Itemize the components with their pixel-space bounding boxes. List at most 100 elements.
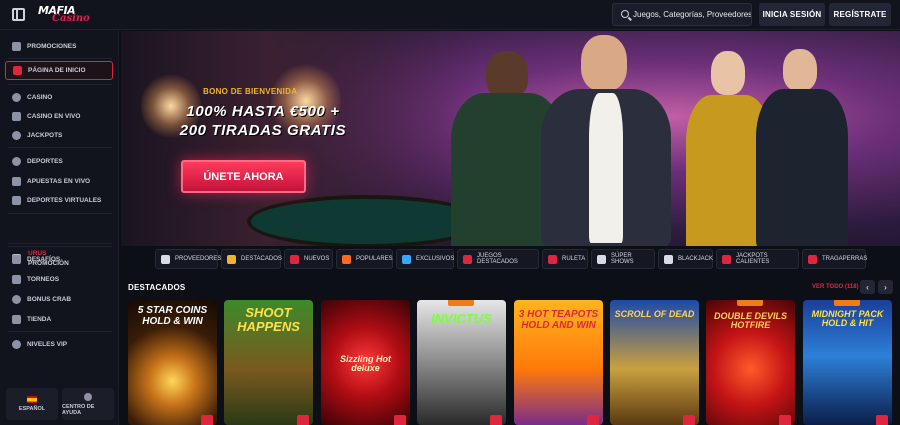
providers-icon <box>161 254 170 264</box>
sidebar-item-bonus-crab[interactable]: BONUS CRAB <box>0 290 119 308</box>
welcome-bonus-banner[interactable]: BONO DE BIENVENIDA 100% HASTA €500 + 200… <box>121 31 900 246</box>
divider <box>8 147 112 148</box>
favorite-corner-icon <box>683 415 695 425</box>
category-juegos-destacados[interactable]: JUEGOS DESTACADOS <box>457 249 539 269</box>
logo-script-text: Casino <box>52 13 90 24</box>
register-button[interactable]: REGÍSTRATE <box>829 3 891 26</box>
sidebar-item-label: JACKPOTS <box>27 131 63 139</box>
join-now-button[interactable]: ÚNETE AHORA <box>181 160 306 193</box>
sidebar-item-home[interactable]: PÁGINA DE INICIO <box>5 61 113 80</box>
sidebar-item-tienda[interactable]: TIENDA <box>0 310 119 328</box>
gift-icon <box>12 41 21 51</box>
character-suit-man <box>751 49 851 246</box>
favorite-corner-icon <box>297 415 309 425</box>
category-label: JUEGOS DESTACADOS <box>477 253 518 265</box>
game-title: DOUBLE DEVILS HOTFIRE <box>713 311 787 331</box>
category-super-shows[interactable]: SÚPER SHOWS <box>591 249 655 269</box>
game-title: SCROLL OF DEAD <box>614 309 695 319</box>
logo[interactable]: MAFIA Casino <box>38 3 90 27</box>
help-center-label: CENTRO DE AYUDA <box>62 403 95 416</box>
shop-icon <box>12 314 21 324</box>
see-all-link[interactable]: VER TODO (118) <box>812 284 859 290</box>
flame-icon <box>342 254 351 264</box>
game-tile[interactable]: 5 STAR COINS HOLD & WIN <box>128 300 217 425</box>
soccer-ball-icon <box>12 156 21 166</box>
sidebar-item-deportes[interactable]: DEPORTES <box>0 152 119 170</box>
category-label: RULETA <box>562 256 586 262</box>
sidebar-item-desafios[interactable]: DESAFÍOS <box>0 250 119 268</box>
sidebar: PROMOCIONES PÁGINA DE INICIO CASINO CASI… <box>0 30 119 425</box>
live-casino-icon <box>12 111 21 121</box>
sidebar-item-label: TIENDA <box>27 315 52 323</box>
live-bets-icon <box>12 176 21 186</box>
sidebar-item-casino[interactable]: CASINO <box>0 88 119 106</box>
sidebar-item-virtual-sports[interactable]: DEPORTES VIRTUALES <box>0 191 119 209</box>
game-tile[interactable]: SHOOT HAPPENS <box>224 300 313 425</box>
sidebar-item-label: PÁGINA DE INICIO <box>28 67 86 74</box>
game-tile[interactable]: INVICTUS <box>417 300 506 425</box>
game-title: 5 STAR COINS HOLD & WIN <box>137 305 208 327</box>
search-icon <box>621 10 629 18</box>
new-icon <box>290 254 299 264</box>
category-label: BLACKJACK <box>678 256 714 262</box>
sidebar-item-torneos[interactable]: TORNEOS <box>0 270 119 288</box>
category-ruleta[interactable]: RULETA <box>542 249 588 269</box>
category-proveedores[interactable]: PROVEEDORES <box>155 249 221 269</box>
language-button[interactable]: ESPAÑOL <box>6 388 58 420</box>
category-exclusivos[interactable]: EXCLUSIVOS <box>396 249 454 269</box>
sidebar-item-live-bets[interactable]: APUESTAS EN VIVO <box>0 172 119 190</box>
casino-chip-icon <box>12 92 21 102</box>
category-nuevos[interactable]: NUEVOS <box>284 249 333 269</box>
category-label: SÚPER SHOWS <box>611 253 634 265</box>
search-input[interactable] <box>633 7 751 22</box>
crown-icon <box>227 254 236 264</box>
divider <box>8 213 112 214</box>
next-page-button[interactable]: › <box>878 280 893 294</box>
game-tile[interactable]: Sizzling Hot deluxe <box>321 300 410 425</box>
new-badge <box>737 300 763 306</box>
search-box[interactable] <box>612 3 752 26</box>
game-tile[interactable]: MIDNIGHT PACK HOLD & HIT <box>803 300 892 425</box>
game-tile[interactable]: SCROLL OF DEAD <box>610 300 699 425</box>
sidebar-item-promociones[interactable]: PROMOCIONES <box>0 37 119 55</box>
featured-icon <box>463 254 472 264</box>
login-button[interactable]: INICIA SESIÓN <box>759 3 825 26</box>
game-tile[interactable]: 3 HOT TEAPOTS HOLD AND WIN <box>514 300 603 425</box>
sidebar-toggle-icon[interactable] <box>12 8 25 21</box>
favorite-corner-icon <box>201 415 213 425</box>
category-tragaperras[interactable]: TRAGAPERRAS <box>802 249 867 269</box>
divider <box>8 331 112 332</box>
category-jackpots-calientes[interactable]: JACKPOTS CALIENTES <box>716 249 799 269</box>
game-title: Sizzling Hot deluxe <box>340 354 391 374</box>
banner-title: 100% HASTA €500 + 200 TIRADAS GRATIS <box>163 102 363 140</box>
sidebar-item-jackpots[interactable]: JACKPOTS <box>0 126 119 144</box>
game-tile[interactable]: DOUBLE DEVILS HOTFIRE <box>706 300 795 425</box>
category-label: JACKPOTS CALIENTES <box>736 253 770 265</box>
sidebar-item-label: NIVELES VIP <box>27 340 68 348</box>
favorite-corner-icon <box>587 415 599 425</box>
sidebar-item-label: DEPORTES <box>27 157 63 165</box>
hot-jackpot-icon <box>722 254 731 264</box>
sidebar-item-live-casino[interactable]: CASINO EN VIVO <box>0 107 119 125</box>
category-blackjack[interactable]: BLACKJACK <box>658 249 713 269</box>
sidebar-item-vip[interactable]: NIVELES VIP <box>0 335 119 353</box>
prev-page-button[interactable]: ‹ <box>860 280 875 294</box>
sidebar-item-label: DEPORTES VIRTUALES <box>27 196 102 204</box>
category-populares[interactable]: POPULARES <box>336 249 393 269</box>
sidebar-item-label: TORNEOS <box>27 275 60 283</box>
banner-title-line1: 100% HASTA €500 + <box>186 103 340 120</box>
new-badge <box>834 300 860 306</box>
divider <box>8 84 112 85</box>
category-destacados[interactable]: DESTACADOS <box>221 249 282 269</box>
sidebar-item-label: CASINO <box>27 93 53 101</box>
divider <box>8 243 112 244</box>
crab-icon <box>12 294 21 304</box>
game-title: MIDNIGHT PACK HOLD & HIT <box>811 309 884 329</box>
category-label: NUEVOS <box>304 256 330 262</box>
challenge-icon <box>12 254 21 264</box>
jackpot-icon <box>12 130 21 140</box>
diamond-icon <box>402 254 411 264</box>
sidebar-item-label: BONUS CRAB <box>27 295 72 303</box>
help-center-button[interactable]: CENTRO DE AYUDA <box>62 388 114 420</box>
roulette-icon <box>548 254 557 264</box>
